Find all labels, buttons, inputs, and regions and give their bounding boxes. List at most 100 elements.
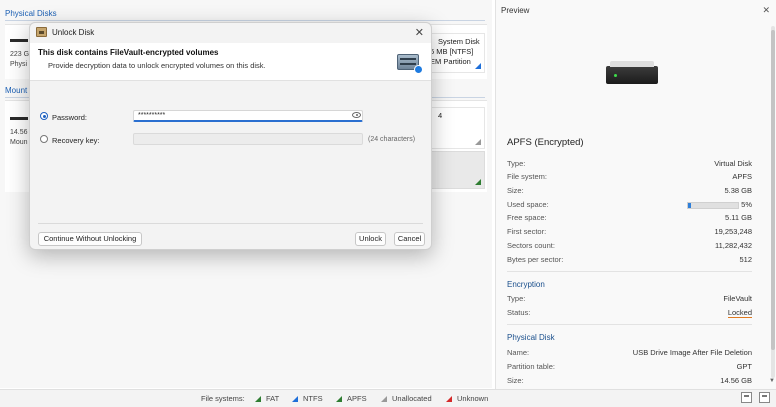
scroll-down-icon[interactable]: ▼: [769, 378, 775, 384]
unallocated-legend-icon: [381, 396, 387, 402]
partition-line-3: EM Partition: [430, 57, 471, 66]
fat-legend-icon: [255, 396, 261, 402]
continue-without-unlocking-button[interactable]: Continue Without Unlocking: [38, 232, 142, 246]
dialog-divider: [38, 223, 423, 224]
prop-row-partition-table: Partition table: GPT: [507, 362, 752, 374]
legend-name: FAT: [266, 394, 280, 403]
divider: [507, 324, 752, 325]
physical-disks-heading[interactable]: Physical Disks: [5, 9, 57, 18]
prop-row-filesystem: File system: APFS: [507, 172, 752, 184]
unlock-disk-icon: [36, 27, 47, 37]
prop-row-enc-type: Type: FileVault: [507, 294, 752, 306]
partition-line-1: 4: [438, 111, 443, 120]
preview-close-icon[interactable]: ✕: [762, 5, 770, 16]
partition-system-disk[interactable]: System Disk 6 MB [NTFS] EM Partition: [425, 33, 485, 73]
disk-label: Physi: [10, 61, 28, 68]
prop-value: FileVault: [723, 294, 752, 303]
physical-disk-heading: Physical Disk: [507, 333, 555, 342]
prop-key: Type:: [507, 294, 526, 303]
panel-toggle-icon[interactable]: [759, 392, 770, 403]
prop-row-disk-size: Size: 14.56 GB: [507, 376, 752, 388]
legend-unknown: Unknown: [446, 394, 488, 403]
disk-size: 223 G: [10, 51, 30, 58]
prop-row-bytes-per-sector: Bytes per sector: 512: [507, 255, 752, 267]
cancel-button[interactable]: Cancel: [394, 232, 425, 246]
unlock-button[interactable]: Unlock: [355, 232, 386, 246]
partition-box[interactable]: 4: [430, 107, 485, 149]
legend-fat: FAT: [255, 394, 279, 403]
prop-value: Virtual Disk: [714, 159, 752, 168]
prop-key: Sectors count:: [507, 241, 555, 250]
recovery-key-hint: (24 characters): [368, 136, 416, 143]
drive-led: [614, 74, 617, 77]
legend-name: Unallocated: [392, 394, 432, 403]
ntfs-marker-icon: [475, 63, 481, 69]
password-radio[interactable]: [40, 112, 48, 120]
prop-row-enc-status: Status: Locked: [507, 308, 752, 320]
recovery-key-label: Recovery key:: [52, 136, 100, 145]
prop-key: Type:: [507, 159, 526, 168]
prop-row-used-space: Used space: 5%: [507, 200, 752, 212]
locked-status: Locked: [727, 308, 752, 318]
recovery-key-input[interactable]: [133, 133, 363, 145]
unallocated-marker-icon: [475, 139, 481, 145]
preview-title: Preview: [501, 6, 530, 15]
prop-row-type: Type: Virtual Disk: [507, 159, 752, 171]
apfs-marker-icon: [475, 179, 481, 185]
mounted-heading[interactable]: Mount: [5, 86, 27, 95]
preview-panel: Preview ✕ ▼ APFS (Encrypted) Type: Virtu…: [495, 0, 776, 390]
prop-key: First sector:: [507, 227, 547, 236]
recovery-key-radio[interactable]: [40, 135, 48, 143]
preview-scrollbar-thumb[interactable]: [771, 30, 775, 350]
prop-row-free-space: Free space: 5.11 GB: [507, 213, 752, 225]
legend-name: Unknown: [457, 394, 489, 403]
hard-drive-icon: [606, 61, 658, 84]
prop-key: Partition table:: [507, 362, 555, 371]
password-label: Password:: [52, 113, 88, 122]
status-bar: File systems: FAT NTFS APFS Unallocated …: [0, 389, 776, 407]
prop-value: 11,282,432: [715, 241, 752, 250]
close-icon[interactable]: ✕: [415, 26, 424, 39]
divider: [507, 271, 752, 272]
prop-key: Used space:: [507, 200, 549, 209]
legend-label: File systems:: [201, 394, 245, 403]
show-password-eye-icon[interactable]: [352, 112, 361, 118]
disk-size: 14.56: [10, 129, 28, 136]
dialog-title: Unlock Disk: [52, 28, 95, 37]
unknown-legend-icon: [446, 396, 452, 402]
prop-key: Free space:: [507, 213, 547, 222]
partition-line-2: 6 MB [NTFS]: [430, 47, 474, 56]
volume-name: APFS (Encrypted): [507, 137, 584, 148]
prop-key: Status:: [507, 308, 531, 317]
dialog-description: Provide decryption data to unlock encryp…: [48, 61, 266, 70]
prop-value: USB Drive Image After File Deletion: [632, 348, 752, 357]
prop-value: 19,253,248: [714, 227, 752, 236]
prop-key: Bytes per sector:: [507, 255, 564, 264]
prop-value: 5%: [741, 200, 752, 209]
legend-unallocated: Unallocated: [381, 394, 432, 403]
unlock-disk-dialog: Unlock Disk ✕ This disk contains FileVau…: [29, 22, 432, 250]
badge: [414, 65, 423, 74]
prop-key: Size:: [507, 376, 524, 385]
legend-name: NTFS: [303, 394, 323, 403]
disk-label: Moun: [10, 139, 28, 146]
prop-value: GPT: [736, 362, 752, 371]
password-input[interactable]: [133, 110, 363, 122]
legend-ntfs: NTFS: [292, 394, 323, 403]
prop-value: 512: [739, 255, 752, 264]
encryption-heading: Encryption: [507, 280, 545, 289]
partition-line-1: System Disk: [438, 37, 480, 46]
dialog-titlebar[interactable]: Unlock Disk ✕: [30, 23, 431, 43]
prop-row-sectors-count: Sectors count: 11,282,432: [507, 241, 752, 253]
dialog-heading: This disk contains FileVault-encrypted v…: [38, 48, 219, 57]
prop-key: Name:: [507, 348, 530, 357]
partition-selected[interactable]: [430, 151, 485, 189]
prop-value: 14.56 GB: [720, 376, 752, 385]
ntfs-legend-icon: [292, 396, 298, 402]
layout-toggle-icon[interactable]: [741, 392, 752, 403]
used-space-bar: [687, 202, 739, 209]
apfs-legend-icon: [336, 396, 342, 402]
prop-value: 5.38 GB: [724, 186, 752, 195]
disk-icon: [10, 117, 28, 120]
section-divider: [5, 20, 485, 21]
